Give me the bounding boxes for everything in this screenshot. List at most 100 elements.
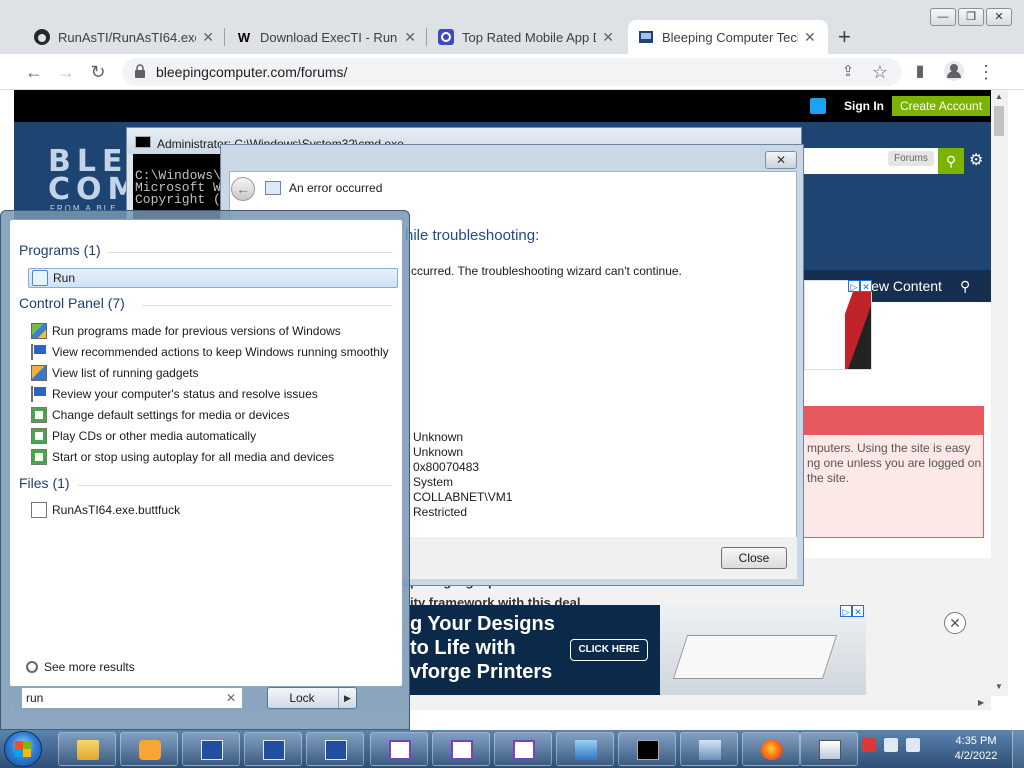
ad-text: to Life with [410, 637, 516, 659]
taskbar-window-3[interactable] [494, 732, 552, 766]
taskbar-remote[interactable] [800, 732, 858, 766]
taskbar-explorer[interactable] [58, 732, 116, 766]
result-label: View recommended actions to keep Windows… [52, 345, 389, 359]
close-icon[interactable]: ✕ [202, 29, 214, 46]
autoplay-icon [31, 449, 47, 465]
result-status[interactable]: Review your computer's status and resolv… [28, 384, 398, 404]
taskbar-media-player[interactable] [120, 732, 178, 766]
clock-time: 4:35 PM [955, 735, 997, 747]
taskbar-powershell-2[interactable] [306, 732, 364, 766]
see-more-results-link[interactable]: See more results [26, 660, 135, 674]
taskbar-window-1[interactable] [370, 732, 428, 766]
close-icon[interactable]: ✕ [404, 29, 416, 46]
profile-avatar-icon[interactable] [942, 60, 966, 84]
lock-button[interactable]: Lock ▶ [267, 687, 357, 709]
ad-cta-button[interactable]: CLICK HERE [570, 639, 648, 661]
result-run[interactable]: Run [28, 268, 398, 288]
search-icon[interactable]: ⚲ [938, 148, 964, 174]
start-button[interactable] [4, 731, 42, 767]
tab-bleeping-computer[interactable]: Bleeping Computer Techn ✕ [628, 20, 828, 54]
group-files[interactable]: Files (1) [19, 475, 70, 491]
tab-title: RunAsTI/RunAsTI64.exe at [58, 29, 197, 45]
twitter-icon[interactable] [810, 98, 826, 114]
forward-arrow-icon[interactable]: → [54, 60, 78, 84]
result-autoplay[interactable]: Start or stop using autoplay for all med… [28, 447, 398, 467]
start-search-box[interactable]: ✕ [21, 687, 243, 709]
side-ad[interactable] [804, 280, 872, 370]
cmd-icon [637, 740, 659, 760]
ad-text: vforge Printers [410, 661, 553, 683]
clock-date: 4/2/2022 [954, 750, 998, 762]
group-programs[interactable]: Programs (1) [19, 242, 101, 258]
gear-icon[interactable]: ⚙ [969, 150, 983, 170]
action-center-icon[interactable] [862, 738, 876, 752]
sign-in-link[interactable]: Sign In [844, 99, 884, 113]
share-icon[interactable]: ⇪ [836, 60, 860, 84]
error-message: ccurred. The troubleshooting wizard can'… [411, 264, 682, 278]
network-tray-icon[interactable] [884, 738, 898, 752]
taskbar-cmd[interactable] [618, 732, 676, 766]
cmd-icon [135, 136, 151, 148]
clock[interactable]: 4:35 PM 4/2/2022 [946, 734, 1006, 764]
tab-runasti[interactable]: RunAsTI/RunAsTI64.exe at ✕ [24, 20, 224, 54]
scroll-up-icon[interactable]: ▲ [995, 92, 1003, 101]
location-pin-icon[interactable]: ⚲ [960, 278, 970, 295]
close-icon[interactable]: ✕ [765, 151, 797, 169]
show-desktop-button[interactable] [1012, 730, 1024, 768]
result-play-cds[interactable]: Play CDs or other media automatically [28, 426, 398, 446]
detail-value: Unknown [413, 430, 464, 444]
clear-search-icon[interactable]: ✕ [226, 691, 236, 705]
back-arrow-icon[interactable]: ← [231, 177, 255, 201]
star-icon[interactable]: ☆ [868, 60, 892, 84]
scrollbar-thumb[interactable] [994, 106, 1004, 136]
maximize-button[interactable]: ❐ [958, 8, 984, 26]
ad-close-icon[interactable]: ✕ [860, 280, 872, 292]
scroll-down-icon[interactable]: ▼ [995, 682, 1003, 691]
address-bar[interactable]: bleepingcomputer.com/forums/ [122, 58, 902, 86]
banner-ad[interactable]: g Your Designs to Life with vforge Print… [410, 605, 866, 695]
result-compat[interactable]: Run programs made for previous versions … [28, 321, 398, 341]
side-panel-icon[interactable]: ▮ [908, 60, 932, 84]
tab-title: Download ExecTI - Run as [260, 29, 398, 45]
result-gadgets[interactable]: View list of running gadgets [28, 363, 398, 383]
search-scope-pill[interactable]: Forums [888, 151, 934, 166]
gadget-icon [31, 365, 47, 381]
system-tray [862, 738, 920, 752]
group-control-panel[interactable]: Control Panel (7) [19, 295, 125, 311]
new-tab-button[interactable]: + [838, 24, 851, 50]
taskbar-window-2[interactable] [432, 732, 490, 766]
taskbar-powershell-ise[interactable] [182, 732, 240, 766]
back-arrow-icon[interactable]: ← [22, 60, 46, 84]
search-icon [26, 661, 38, 673]
group-divider [108, 252, 392, 253]
menu-icon[interactable]: ⋮ [974, 60, 998, 84]
ad-choices-icon[interactable]: ▷ [848, 280, 860, 292]
taskbar-powershell[interactable] [244, 732, 302, 766]
ad-choices-icon[interactable]: ▷ [840, 605, 852, 617]
close-icon[interactable]: ✕ [804, 29, 816, 46]
minimize-button[interactable]: — [930, 8, 956, 26]
result-recommended[interactable]: View recommended actions to keep Windows… [28, 342, 398, 362]
taskbar-troubleshooter[interactable] [680, 732, 738, 766]
autoplay-icon [31, 407, 47, 423]
close-icon[interactable]: ✕ [944, 612, 966, 634]
taskbar-network[interactable] [556, 732, 614, 766]
window-controls: — ❐ ✕ [930, 8, 1012, 26]
result-media-defaults[interactable]: Change default settings for media or dev… [28, 405, 398, 425]
tab-mobile-app[interactable]: Top Rated Mobile App De ✕ [428, 20, 624, 54]
chevron-right-icon[interactable]: ▶ [338, 688, 356, 708]
result-file[interactable]: RunAsTI64.exe.buttfuck [28, 500, 398, 520]
taskbar-firefox[interactable] [742, 732, 800, 766]
volume-icon[interactable] [906, 738, 920, 752]
close-window-button[interactable]: ✕ [986, 8, 1012, 26]
create-account-button[interactable]: Create Account [892, 96, 991, 116]
ad-text: g Your Designs [410, 613, 555, 635]
start-search-input[interactable] [26, 690, 216, 706]
close-icon[interactable]: ✕ [602, 29, 614, 46]
ad-close-icon[interactable]: ✕ [852, 605, 864, 617]
close-button[interactable]: Close [721, 547, 787, 569]
scroll-right-icon[interactable]: ▶ [978, 698, 984, 707]
tab-execti[interactable]: W Download ExecTI - Run as ✕ [226, 20, 426, 54]
vertical-scrollbar[interactable]: ▲ ▼ [991, 90, 1008, 696]
reload-icon[interactable]: ↻ [86, 60, 110, 84]
